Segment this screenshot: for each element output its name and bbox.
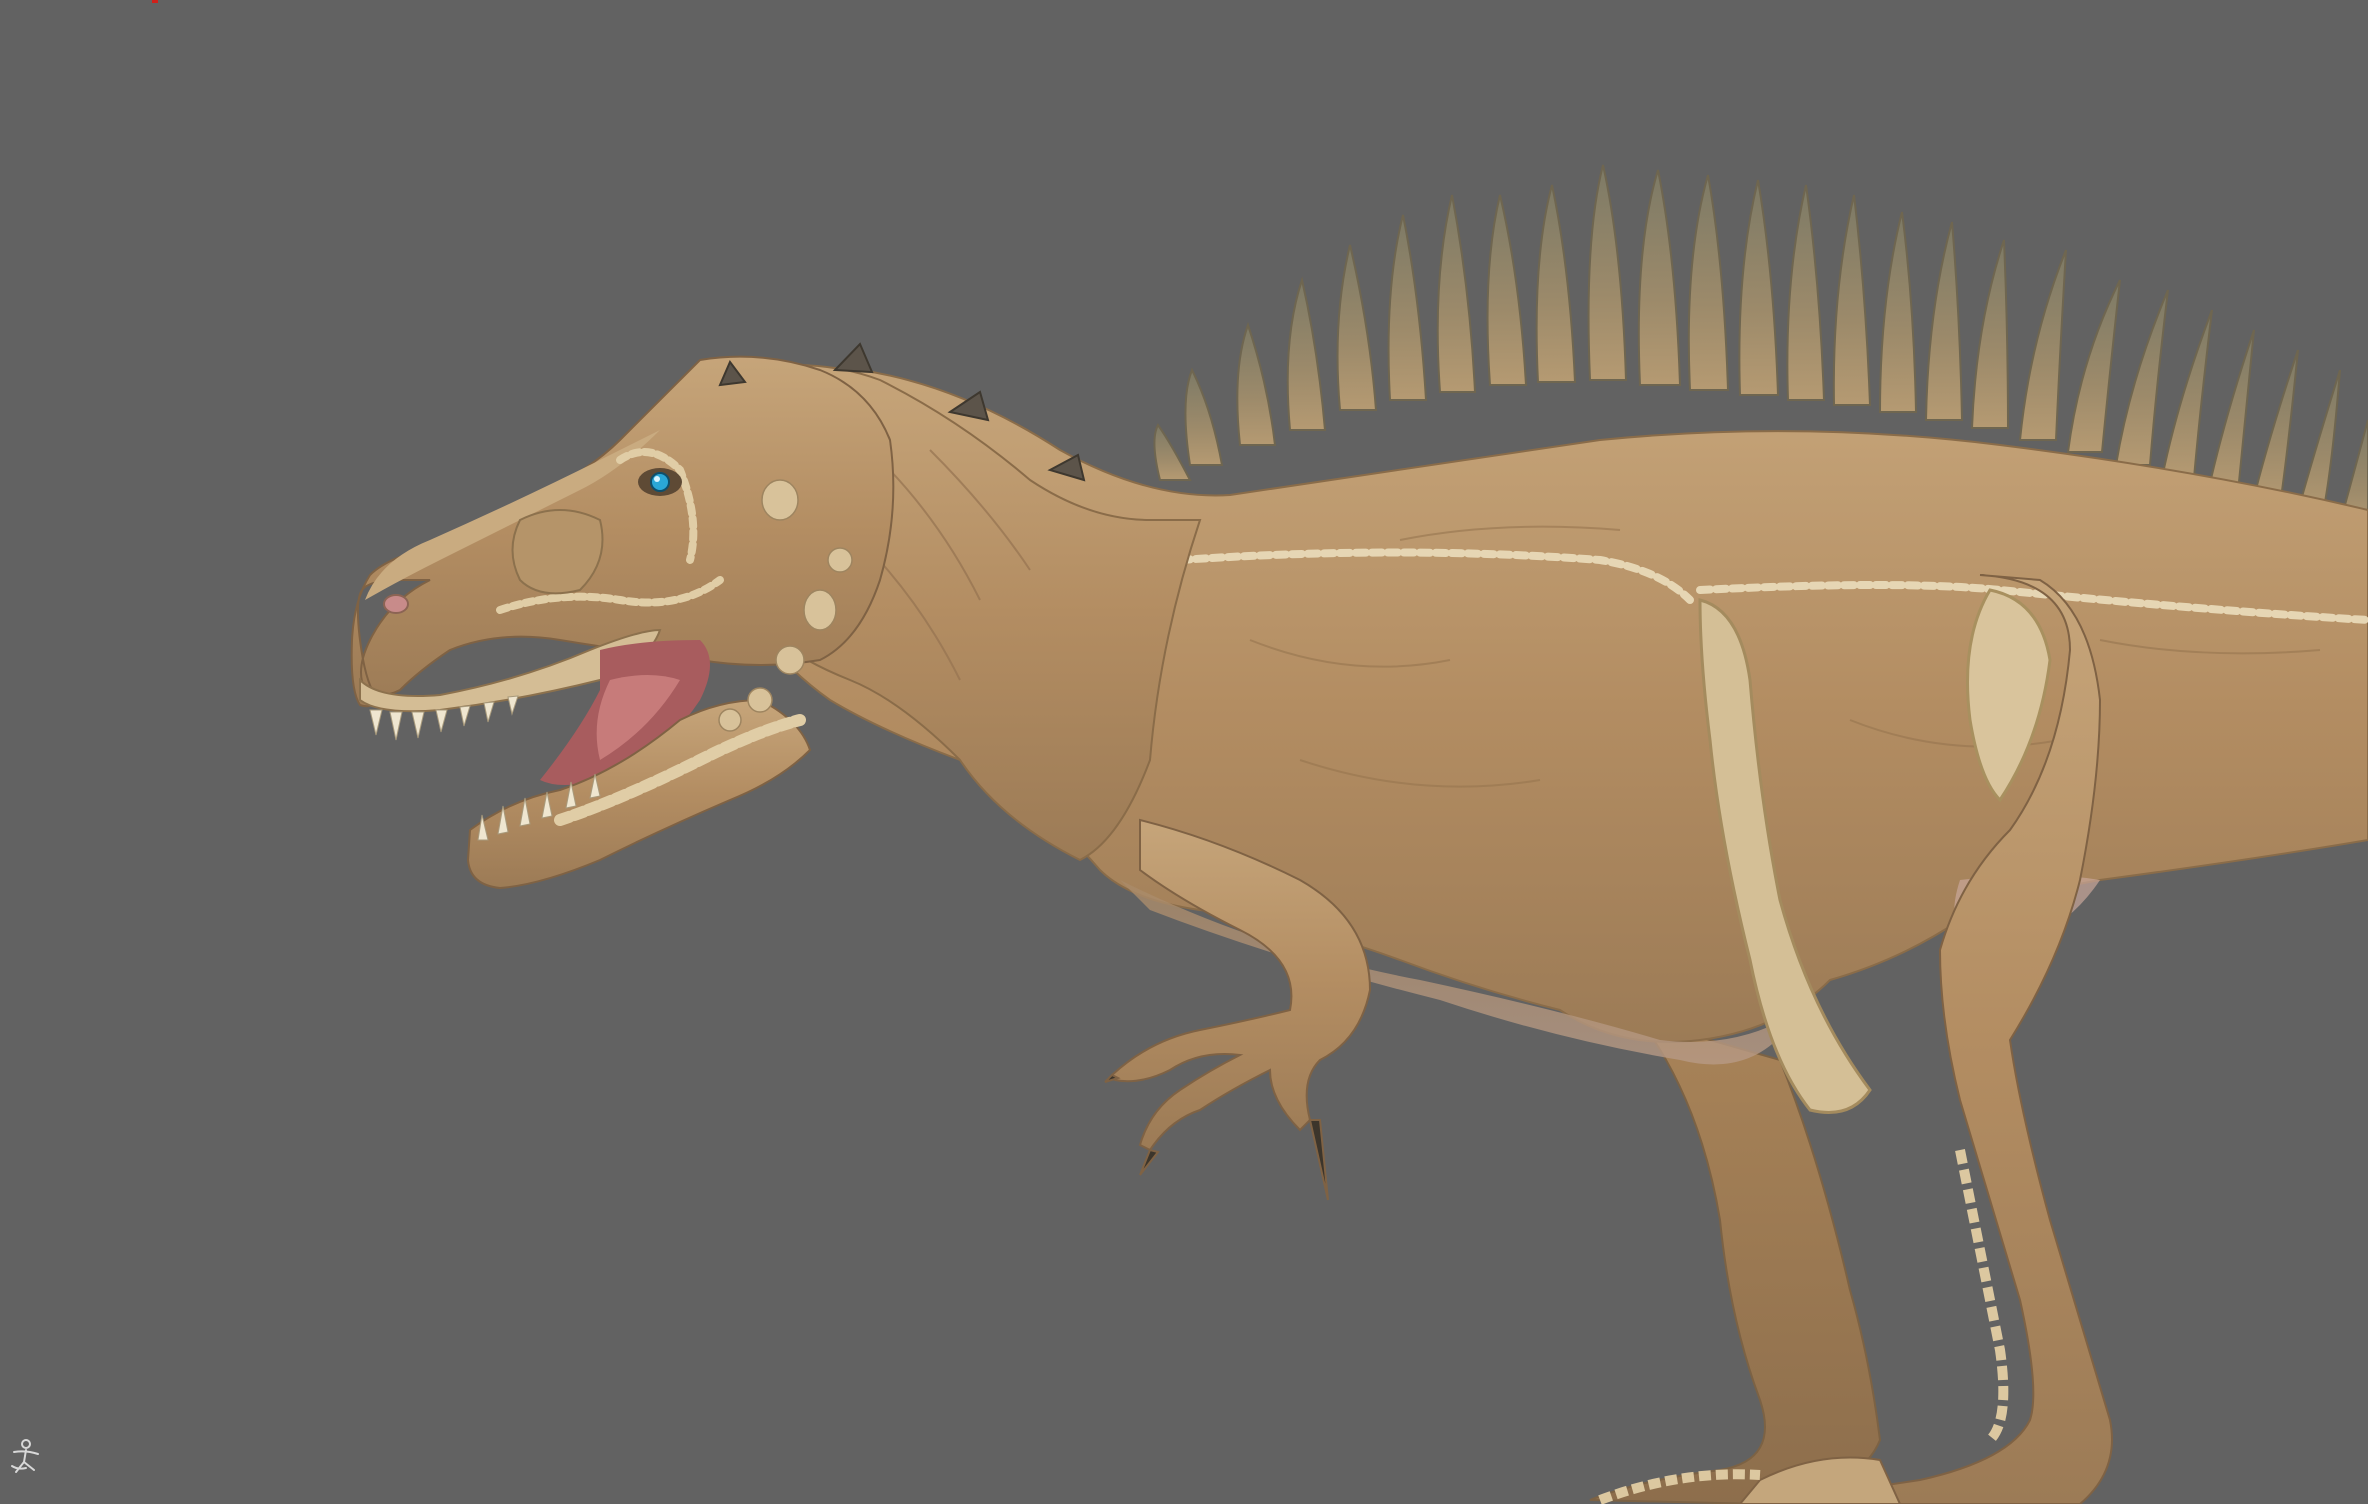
figure-logo-icon: [11, 1439, 39, 1473]
eye: [650, 472, 670, 492]
dinosaur-model[interactable]: [0, 0, 2368, 1504]
3d-viewport[interactable]: [0, 0, 2368, 1504]
